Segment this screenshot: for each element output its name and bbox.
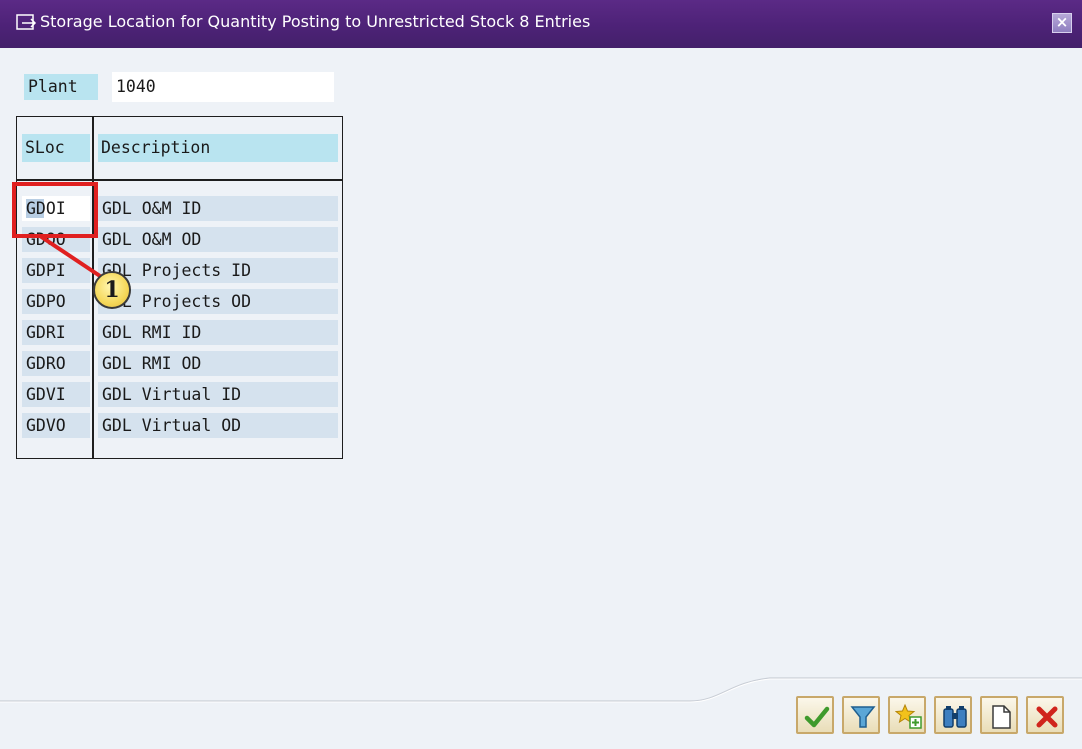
table-row[interactable]: GDVI GDL Virtual ID xyxy=(17,379,342,410)
cancel-button[interactable] xyxy=(1026,696,1064,734)
new-entry-button[interactable] xyxy=(980,696,1018,734)
sloc-cell[interactable]: GDVI xyxy=(22,382,90,407)
filter-button[interactable] xyxy=(842,696,880,734)
dialog-body: Plant 1040 SLoc Description GDOI GDL O&M… xyxy=(0,48,1082,749)
sloc-cell[interactable]: GDRO xyxy=(22,351,90,376)
new-favorite-icon xyxy=(895,703,922,729)
step-callout-badge: 1 xyxy=(93,271,131,309)
add-to-favorites-button[interactable] xyxy=(888,696,926,734)
description-cell[interactable]: GDL Virtual ID xyxy=(98,382,338,407)
new-document-icon xyxy=(992,705,1011,729)
close-button[interactable]: × xyxy=(1052,13,1072,33)
description-cell[interactable]: GDL RMI OD xyxy=(98,351,338,376)
filter-icon xyxy=(850,706,876,728)
table-row[interactable]: GDVO GDL Virtual OD xyxy=(17,410,342,441)
dialog-icon xyxy=(16,14,38,32)
search-button[interactable] xyxy=(934,696,972,734)
confirm-button[interactable] xyxy=(796,696,834,734)
description-cell[interactable]: GDL Virtual OD xyxy=(98,413,338,438)
dialog-title: Storage Location for Quantity Posting to… xyxy=(40,12,591,31)
dialog-title-bar: Storage Location for Quantity Posting to… xyxy=(0,0,1082,48)
checkmark-icon xyxy=(804,706,830,728)
binoculars-icon xyxy=(943,706,967,728)
sloc-cell[interactable]: GDVO xyxy=(22,413,90,438)
table-row[interactable]: GDRO GDL RMI OD xyxy=(17,348,342,379)
cancel-icon xyxy=(1036,706,1058,728)
